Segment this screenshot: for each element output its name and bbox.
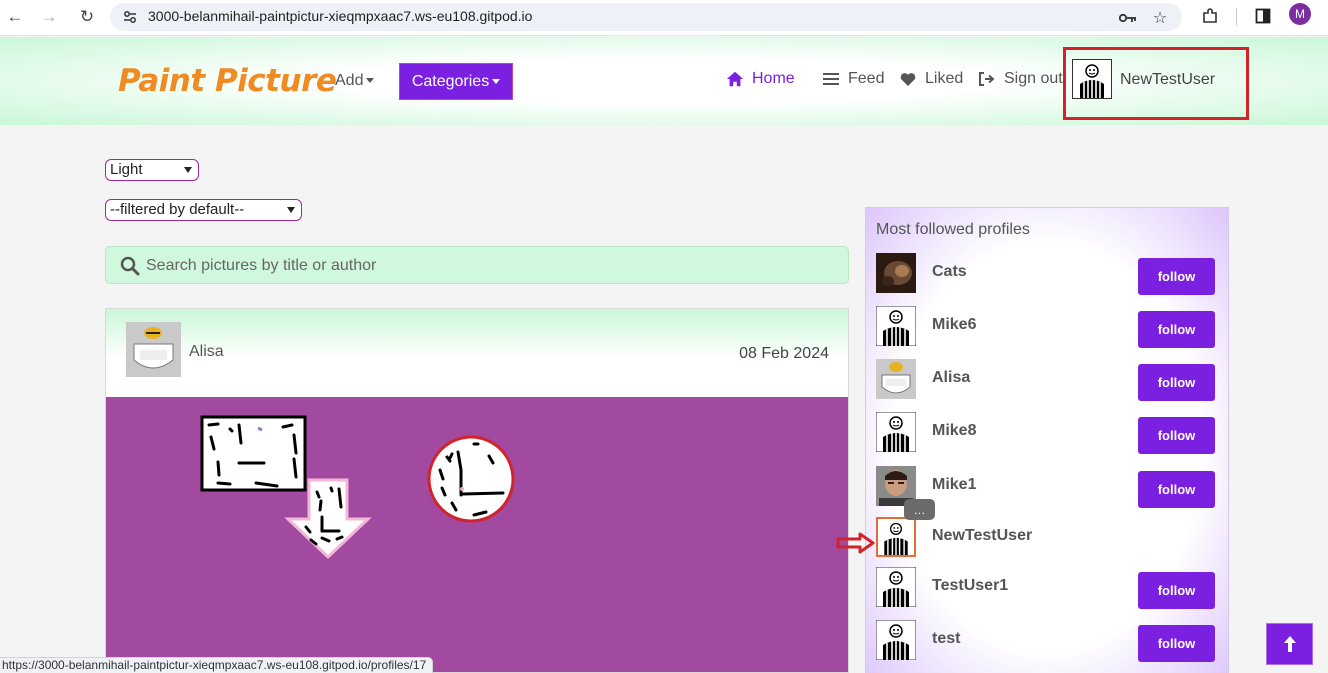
- heart-icon: [899, 70, 917, 88]
- post-card[interactable]: Alisa 08 Feb 2024: [105, 308, 849, 673]
- sign-out-icon: [978, 70, 996, 88]
- profile-name[interactable]: NewTestUser: [932, 527, 1032, 545]
- filter-select-value: --filtered by default--: [110, 201, 245, 218]
- categories-dropdown-button[interactable]: Categories: [399, 63, 513, 100]
- profile-name[interactable]: Alisa: [932, 369, 970, 387]
- list-icon: [822, 70, 840, 88]
- add-dropdown-label: Add: [335, 72, 364, 89]
- avatar[interactable]: [875, 566, 917, 608]
- profile-name[interactable]: Mike8: [932, 422, 976, 440]
- select-arrow-icon: [184, 167, 192, 173]
- categories-label: Categories: [411, 72, 490, 90]
- theme-select[interactable]: Light: [105, 159, 199, 181]
- bookmark-star-icon[interactable]: ☆: [1148, 6, 1172, 30]
- nav-feed-label: Feed: [848, 70, 885, 87]
- red-arrow-annotation-icon: [836, 532, 875, 554]
- theme-select-value: Light: [110, 161, 143, 178]
- scroll-to-top-button[interactable]: [1266, 623, 1313, 665]
- address-bar[interactable]: 3000-belanmihail-paintpictur-xieqmpxaac7…: [110, 3, 1182, 31]
- nav-sign-out[interactable]: Sign out: [978, 70, 1063, 88]
- avatar[interactable]: [875, 305, 917, 347]
- nav-home-label: Home: [752, 70, 795, 87]
- profile-name[interactable]: Mike6: [932, 316, 976, 334]
- site-settings-icon[interactable]: [122, 9, 138, 25]
- avatar: [1072, 59, 1112, 99]
- add-dropdown[interactable]: Add: [335, 72, 375, 90]
- search-bar[interactable]: Search pictures by title or author: [105, 246, 849, 284]
- arrow-up-icon: [1283, 636, 1296, 652]
- search-icon: [120, 256, 140, 276]
- site-navbar: Paint Picture Add Categories Home Feed L…: [0, 37, 1328, 125]
- avatar[interactable]: [876, 359, 916, 399]
- browser-profile-avatar[interactable]: M: [1289, 3, 1311, 25]
- follow-button[interactable]: follow: [1138, 572, 1215, 609]
- avatar[interactable]: [876, 517, 916, 557]
- profile-name[interactable]: Mike1: [932, 476, 976, 494]
- profile-name[interactable]: TestUser1: [932, 577, 1008, 595]
- most-followed-profiles-panel: Most followed profiles Cats follow Mike6…: [865, 207, 1229, 673]
- avatar[interactable]: [875, 619, 917, 661]
- side-panel-icon[interactable]: [1251, 4, 1275, 28]
- home-icon: [726, 70, 744, 88]
- post-header: Alisa 08 Feb 2024: [106, 309, 848, 397]
- follow-button[interactable]: follow: [1138, 625, 1215, 662]
- brand-logo[interactable]: Paint Picture: [118, 63, 337, 99]
- tooltip: …: [904, 499, 935, 520]
- extensions-icon[interactable]: [1198, 4, 1222, 28]
- avatar[interactable]: [876, 253, 916, 293]
- profile-row-newtestuser[interactable]: NewTestUser: [866, 513, 1228, 561]
- profile-name[interactable]: Cats: [932, 263, 967, 281]
- nav-liked[interactable]: Liked: [899, 70, 963, 88]
- forward-icon[interactable]: →: [36, 4, 62, 30]
- reload-icon[interactable]: ↻: [74, 4, 100, 30]
- profile-row-mike8[interactable]: Mike8 follow: [866, 408, 1228, 456]
- browser-status-url: https://3000-belanmihail-paintpictur-xie…: [0, 657, 434, 673]
- follow-button[interactable]: follow: [1138, 417, 1215, 454]
- post-image[interactable]: [106, 397, 848, 672]
- profile-row-cats[interactable]: Cats follow: [866, 249, 1228, 297]
- browser-toolbar: ← → ↻ 3000-belanmihail-paintpictur-xieqm…: [0, 0, 1328, 36]
- select-arrow-icon: [287, 207, 295, 213]
- filter-select[interactable]: --filtered by default--: [105, 199, 302, 221]
- key-icon[interactable]: [1116, 6, 1140, 30]
- post-author[interactable]: Alisa: [189, 343, 224, 361]
- nav-home[interactable]: Home: [726, 70, 795, 88]
- caret-down-icon: [366, 78, 375, 84]
- current-username: NewTestUser: [1120, 71, 1216, 88]
- back-icon[interactable]: ←: [2, 4, 28, 30]
- sidebar-title: Most followed profiles: [876, 221, 1030, 238]
- profile-row-mike6[interactable]: Mike6 follow: [866, 302, 1228, 350]
- post-date: 08 Feb 2024: [739, 345, 829, 362]
- nav-feed[interactable]: Feed: [822, 70, 884, 88]
- profile-row-test[interactable]: test follow: [866, 616, 1228, 664]
- follow-button[interactable]: follow: [1138, 364, 1215, 401]
- current-user-profile-link[interactable]: NewTestUser: [1063, 47, 1249, 120]
- url-text: 3000-belanmihail-paintpictur-xieqmpxaac7…: [148, 8, 533, 24]
- follow-button[interactable]: follow: [1138, 471, 1215, 508]
- toolbar-divider: [1236, 8, 1237, 26]
- nav-liked-label: Liked: [925, 70, 964, 87]
- search-input[interactable]: Search pictures by title or author: [146, 257, 376, 275]
- caret-down-icon: [492, 79, 501, 84]
- author-avatar[interactable]: [126, 322, 181, 377]
- profile-name[interactable]: test: [932, 630, 960, 648]
- follow-button[interactable]: follow: [1138, 311, 1215, 348]
- avatar[interactable]: [875, 411, 917, 453]
- profile-row-alisa[interactable]: Alisa follow: [866, 355, 1228, 403]
- follow-button[interactable]: follow: [1138, 258, 1215, 295]
- profile-row-testuser1[interactable]: TestUser1 follow: [866, 563, 1228, 611]
- nav-sign-out-label: Sign out: [1004, 70, 1063, 87]
